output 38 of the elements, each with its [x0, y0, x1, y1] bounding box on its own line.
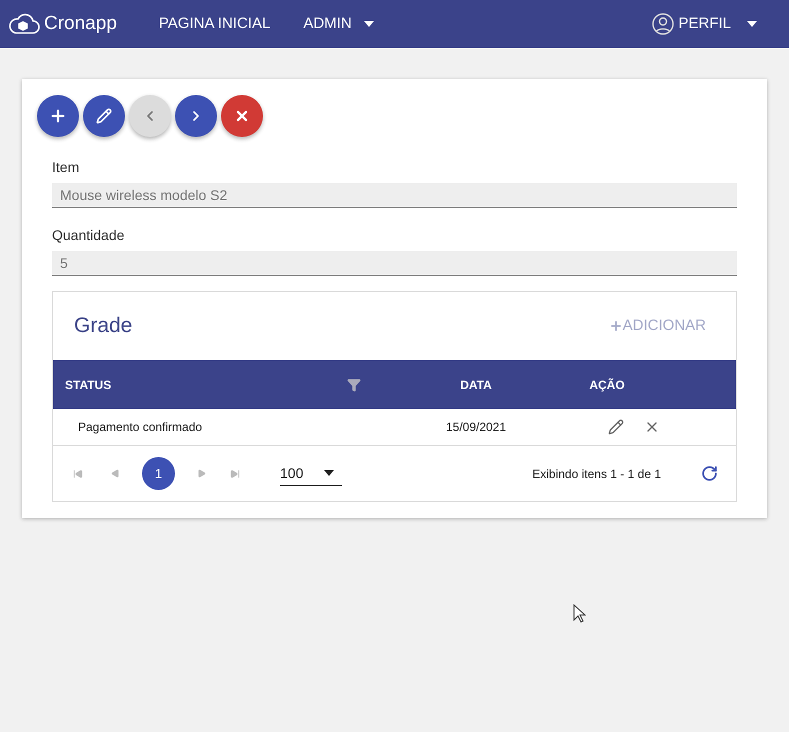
refresh-icon	[701, 465, 718, 482]
cloud-logo-icon	[8, 12, 40, 36]
table-cell-text: 15/09/2021	[444, 419, 508, 436]
input-field[interactable]: 5	[52, 251, 737, 276]
filter-icon	[347, 378, 361, 392]
first-page-icon	[73, 468, 83, 478]
page-size-select[interactable]: 100	[280, 462, 342, 486]
column-header[interactable]: STATUS	[65, 376, 112, 394]
column-header[interactable]: DATA	[460, 376, 492, 394]
add-button[interactable]	[37, 95, 79, 137]
nav-link[interactable]: PAGINA INICIAL	[158, 12, 270, 36]
previous-page-icon	[111, 469, 120, 478]
pencil-icon	[96, 108, 112, 124]
input-field[interactable]: Mouse wireless modelo S2	[52, 183, 737, 208]
profile-menu[interactable]: PERFIL	[652, 12, 757, 36]
column-header[interactable]: AÇÃO	[589, 376, 625, 394]
close-icon	[234, 108, 250, 124]
delete-button[interactable]	[221, 95, 263, 137]
edit-icon	[608, 419, 624, 435]
field-label: Quantidade	[52, 226, 126, 245]
edit-button[interactable]	[83, 95, 125, 137]
nav-link[interactable]: ADMIN	[303, 12, 374, 36]
next-button[interactable]	[175, 95, 217, 137]
plus-icon	[49, 107, 67, 125]
grid-title: Grade	[74, 313, 132, 340]
next-page-icon	[197, 469, 206, 478]
logo-text: Cronapp	[44, 12, 117, 36]
field-label: Item	[52, 158, 80, 177]
caret-icon	[324, 470, 334, 476]
user-icon	[652, 13, 674, 35]
mouse-cursor-icon	[573, 604, 586, 624]
table-cell-text: Pagamento confirmado	[77, 419, 204, 436]
last-page-icon	[230, 468, 240, 478]
pager-summary: Exibindo itens 1 - 1 de 1	[532, 466, 661, 482]
plus-icon	[608, 319, 623, 333]
caret-icon	[364, 21, 374, 27]
caret-icon	[747, 21, 757, 27]
page-button[interactable]: 1	[142, 457, 175, 490]
